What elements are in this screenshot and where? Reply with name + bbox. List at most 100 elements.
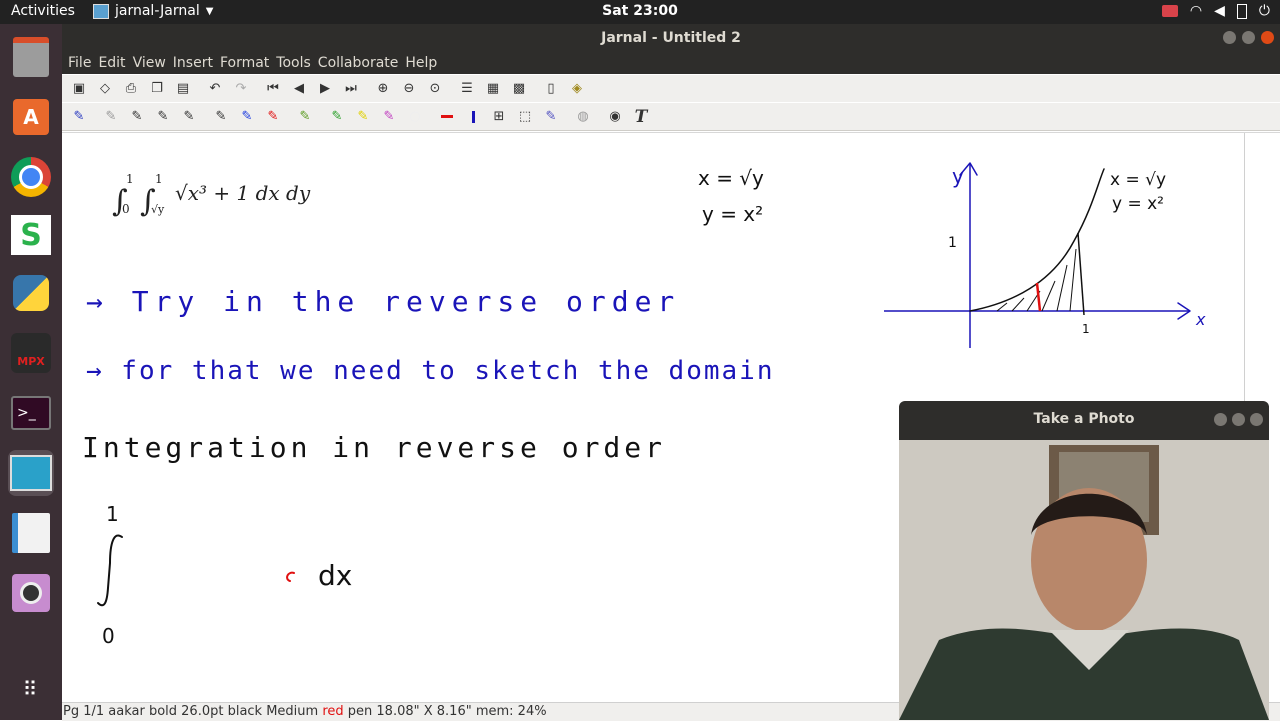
blank-icon[interactable]: ○ xyxy=(406,108,424,126)
graph-eq-2: y = x² xyxy=(1112,194,1164,214)
save-icon[interactable]: ▣ xyxy=(70,80,88,98)
layout-icon[interactable]: ☰ xyxy=(458,80,476,98)
pen-custom-icon[interactable]: ✎ xyxy=(542,108,560,126)
pencil-icon[interactable]: ✎ xyxy=(102,108,120,126)
app-name: jarnal-Jarnal xyxy=(115,3,200,19)
pen-black4-icon[interactable]: ✎ xyxy=(212,108,230,126)
graph-tick-y-1: 1 xyxy=(948,235,957,251)
sigil-icon[interactable]: S xyxy=(8,212,54,258)
pen-black2-icon[interactable]: ✎ xyxy=(154,108,172,126)
photo-close-icon[interactable] xyxy=(1250,413,1263,426)
app-menu-button[interactable]: jarnal-Jarnal ▼ xyxy=(93,3,213,19)
battery-icon xyxy=(1236,3,1247,19)
red-mark xyxy=(286,571,295,582)
next-page-icon[interactable]: ▶ xyxy=(316,80,334,98)
cheese-icon[interactable] xyxy=(8,570,54,616)
status-text-red: red xyxy=(322,704,344,719)
status-text-1: Pg 1/1 aakar bold 26.0pt black Medium xyxy=(63,704,323,719)
menu-insert[interactable]: Insert xyxy=(173,55,213,71)
zoom-in-icon[interactable]: ⊕ xyxy=(374,80,392,98)
heading-integration-reverse: Integration in reverse order xyxy=(82,431,666,464)
pen-multi-icon[interactable]: ✎ xyxy=(296,108,314,126)
pen-icon[interactable]: ✎ xyxy=(70,108,88,126)
camera-icon xyxy=(1161,5,1178,17)
menu-file[interactable]: File xyxy=(68,55,91,71)
pen-red-icon[interactable]: ✎ xyxy=(264,108,282,126)
chevron-down-icon: ▼ xyxy=(205,5,214,17)
files-icon[interactable] xyxy=(8,34,54,80)
python-icon[interactable] xyxy=(8,270,54,316)
graph-hatch xyxy=(996,248,1077,312)
jarnal-app-icon xyxy=(93,3,109,19)
line-red-icon[interactable] xyxy=(438,108,456,126)
activities-button[interactable]: Activities xyxy=(11,3,75,19)
eraser-icon[interactable]: ◇ xyxy=(96,80,114,98)
integral-sign xyxy=(97,534,123,607)
software-icon[interactable]: A xyxy=(8,94,54,140)
menu-format[interactable]: Format xyxy=(220,55,269,71)
mpx-icon[interactable]: MPX xyxy=(8,330,54,376)
grid-icon[interactable]: ▦ xyxy=(484,80,502,98)
toolbar-main: ▣ ◇ ⎙ ❐ ▤ ↶ ↷ ⏮ ◀ ▶ ⏭ ⊕ ⊖ ⊙ ☰ ▦ ▩ ▯ ◈ xyxy=(62,75,1280,102)
photo-minimize-icon[interactable] xyxy=(1214,413,1227,426)
formula-lower-2: √y xyxy=(151,203,165,216)
redo-icon[interactable]: ↷ xyxy=(232,80,250,98)
stack-icon[interactable]: ▩ xyxy=(510,80,528,98)
photo-window[interactable]: Take a Photo xyxy=(899,401,1269,720)
select-icon[interactable]: ⊞ xyxy=(490,108,508,126)
jarnal-icon[interactable] xyxy=(8,450,54,496)
system-tray[interactable]: ◠ ◀ ⏻ xyxy=(1161,3,1270,19)
note-sketch-domain: → for that we need to sketch the domain xyxy=(86,356,774,386)
close-icon[interactable] xyxy=(1261,31,1274,44)
volume-icon: ◀ xyxy=(1214,3,1225,19)
terminal-icon[interactable]: >_ xyxy=(8,390,54,436)
power-icon: ⏻ xyxy=(1258,3,1270,19)
pen-black3-icon[interactable]: ✎ xyxy=(180,108,198,126)
zoom-fit-icon[interactable]: ⊙ xyxy=(426,80,444,98)
menu-help[interactable]: Help xyxy=(405,55,437,71)
text-icon[interactable]: T xyxy=(632,107,650,127)
equation-x-sqrt-y: x = √y xyxy=(698,166,764,190)
menu-bar: File Edit View Insert Format Tools Colla… xyxy=(62,52,1280,74)
toolbar-pens: ✎ ✎ ✎ ✎ ✎ ✎ ✎ ✎ ✎ ✎ ✎ ✎ ○ ⊞ ⬚ ✎ ◍ ◉ T xyxy=(62,103,1280,131)
graph-boundary-x1 xyxy=(1077,232,1085,316)
minimize-icon[interactable] xyxy=(1223,31,1236,44)
first-page-icon[interactable]: ⏮ xyxy=(264,80,282,98)
menu-edit[interactable]: Edit xyxy=(98,55,125,71)
page-icon[interactable]: ▯ xyxy=(542,80,560,98)
integral-dx: dx xyxy=(318,559,352,592)
highlight-yellow-icon[interactable]: ✎ xyxy=(354,108,372,126)
menu-collaborate[interactable]: Collaborate xyxy=(318,55,399,71)
pen-black-icon[interactable]: ✎ xyxy=(128,108,146,126)
select-region-icon[interactable]: ⬚ xyxy=(516,108,534,126)
undo-icon[interactable]: ↶ xyxy=(206,80,224,98)
integral-upper-limit: 1 xyxy=(106,502,119,526)
shape-icon[interactable]: ◍ xyxy=(574,108,592,126)
menu-view[interactable]: View xyxy=(133,55,166,71)
top-panel: Activities jarnal-Jarnal ▼ Sat 23:00 ◠ ◀… xyxy=(0,0,1280,24)
last-page-icon[interactable]: ⏭ xyxy=(342,80,360,98)
chrome-icon[interactable] xyxy=(8,154,54,200)
globe-icon[interactable]: ◉ xyxy=(606,108,624,126)
libreoffice-icon[interactable] xyxy=(8,510,54,556)
apps-grid-icon[interactable]: ⠿ xyxy=(8,666,54,712)
clock[interactable]: Sat 23:00 xyxy=(602,3,678,19)
copy-icon[interactable]: ❐ xyxy=(148,80,166,98)
photo-maximize-icon[interactable] xyxy=(1232,413,1245,426)
pen-blue-icon[interactable]: ✎ xyxy=(238,108,256,126)
menu-tools[interactable]: Tools xyxy=(276,55,311,71)
zoom-out-icon[interactable]: ⊖ xyxy=(400,80,418,98)
paste-icon[interactable]: ▤ xyxy=(174,80,192,98)
formula-upper-2: 1 xyxy=(155,172,163,186)
print-icon[interactable]: ⎙ xyxy=(122,80,140,98)
dock: A S MPX >_ ⠿ xyxy=(0,24,62,720)
lock-icon[interactable]: ◈ xyxy=(568,80,586,98)
equation-y-x-squared: y = x² xyxy=(702,202,763,226)
maximize-icon[interactable] xyxy=(1242,31,1255,44)
highlight-pink-icon[interactable]: ✎ xyxy=(380,108,398,126)
highlight-green-icon[interactable]: ✎ xyxy=(328,108,346,126)
window-titlebar[interactable]: Jarnal - Untitled 2 xyxy=(62,24,1280,52)
line-blue-icon[interactable] xyxy=(464,108,482,126)
domain-graph: y x 1 1 x = √y y = x² xyxy=(884,162,1206,348)
prev-page-icon[interactable]: ◀ xyxy=(290,80,308,98)
